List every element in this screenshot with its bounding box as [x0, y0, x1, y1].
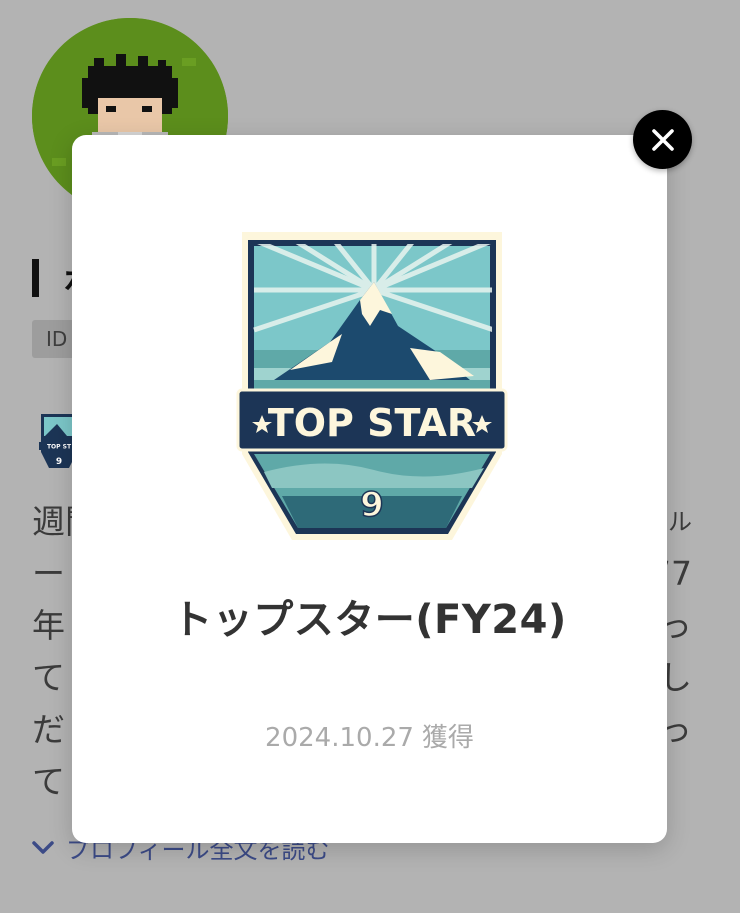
top-star-badge-image: TOP STAR 9: [236, 232, 508, 540]
chevron-down-icon: [32, 840, 54, 854]
top-star-badge: TOP STAR 9: [234, 230, 510, 548]
svg-text:9: 9: [56, 457, 62, 467]
badge-detail-modal: TOP STAR 9 トップスター(FY24) 2024.10.27 獲得: [72, 135, 667, 843]
badge-date-value: 2024.10.27: [265, 723, 414, 753]
close-icon: [651, 128, 674, 151]
badge-date-suffix: 獲得: [421, 723, 474, 753]
badge-acquired-date: 2024.10.27 獲得: [72, 717, 667, 754]
svg-text:TOP ST: TOP ST: [47, 444, 72, 451]
close-modal-button[interactable]: [633, 110, 692, 169]
badge-banner-text: TOP STAR: [268, 401, 476, 445]
badge-title: トップスター(FY24): [172, 597, 567, 643]
name-accent-bar: [32, 259, 39, 297]
badge-number: 9: [360, 485, 384, 525]
